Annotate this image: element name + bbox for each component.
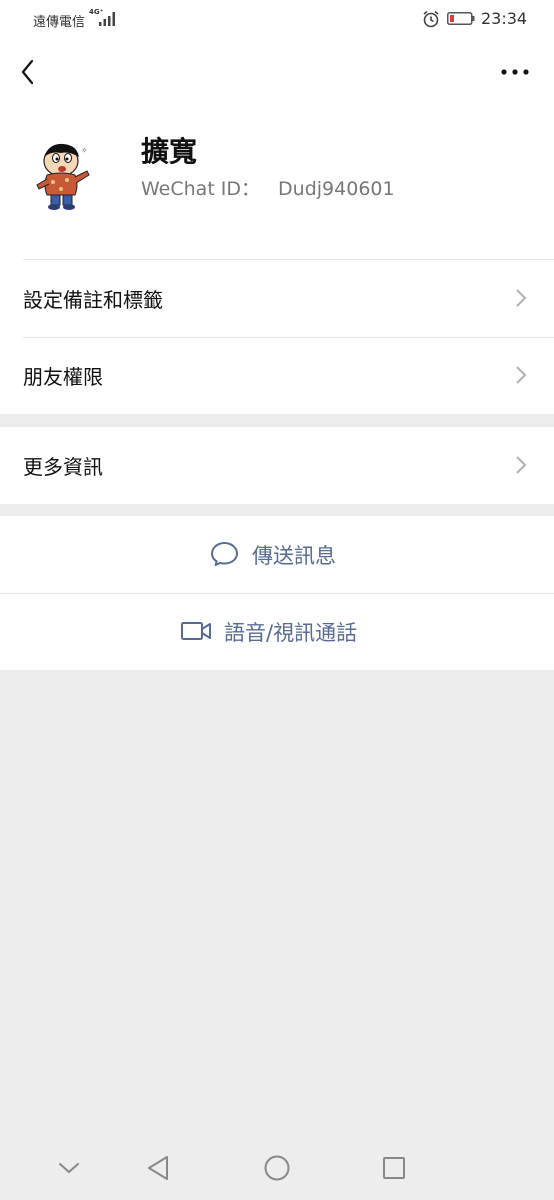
svg-text:✧: ✧ bbox=[81, 146, 88, 155]
carrier-name: 遠傳電信 bbox=[33, 15, 86, 30]
menu-item-label: 朋友權限 bbox=[23, 365, 103, 389]
wechat-id: WeChat ID： Dudj940601 bbox=[141, 174, 395, 201]
voice-video-call-label: 語音/視訊通話 bbox=[224, 621, 358, 645]
chevron-right-icon bbox=[516, 456, 527, 474]
menu-group-settings: 設定備註和標籤 朋友權限 bbox=[0, 260, 554, 414]
video-camera-icon bbox=[181, 622, 211, 640]
voice-video-call-button[interactable]: 語音/視訊通話 bbox=[0, 593, 554, 670]
profile-name: 擴寬 bbox=[141, 135, 198, 168]
signal-icon bbox=[99, 12, 115, 26]
back-triangle-icon[interactable] bbox=[145, 1154, 171, 1182]
menu-item-more-info[interactable]: 更多資訊 bbox=[0, 427, 554, 504]
top-bar bbox=[0, 40, 554, 110]
send-message-button[interactable]: 傳送訊息 bbox=[0, 516, 554, 593]
wechat-id-value: Dudj940601 bbox=[278, 178, 395, 200]
menu-item-label: 設定備註和標籤 bbox=[23, 288, 163, 312]
alarm-icon bbox=[423, 10, 439, 28]
menu-item-remark-tags[interactable]: 設定備註和標籤 bbox=[0, 260, 554, 337]
menu-item-friend-permissions[interactable]: 朋友權限 bbox=[0, 337, 554, 414]
recents-square-icon[interactable] bbox=[382, 1156, 406, 1180]
wechat-id-label: WeChat ID： bbox=[141, 178, 261, 200]
chevron-right-icon bbox=[516, 289, 527, 307]
chevron-right-icon bbox=[516, 366, 527, 384]
clock: 23:34 bbox=[481, 9, 528, 28]
action-group: 傳送訊息 語音/視訊通話 bbox=[0, 516, 554, 670]
battery-icon bbox=[447, 12, 475, 25]
menu-item-label: 更多資訊 bbox=[23, 455, 103, 479]
chat-bubble-icon bbox=[211, 542, 238, 566]
avatar[interactable]: ✧ bbox=[23, 127, 103, 215]
chevron-left-icon[interactable] bbox=[16, 56, 40, 88]
system-nav-bar bbox=[0, 1135, 554, 1200]
menu-group-info: 更多資訊 bbox=[0, 427, 554, 504]
profile-header: ✧ 擴寬 WeChat ID： Dudj940601 bbox=[0, 110, 554, 260]
home-circle-icon[interactable] bbox=[263, 1154, 291, 1182]
send-message-label: 傳送訊息 bbox=[252, 544, 336, 568]
status-bar: 遠傳電信 4G⁺ 23:34 bbox=[0, 0, 554, 40]
more-dots-icon[interactable] bbox=[498, 62, 532, 82]
chevron-down-icon[interactable] bbox=[58, 1162, 80, 1174]
